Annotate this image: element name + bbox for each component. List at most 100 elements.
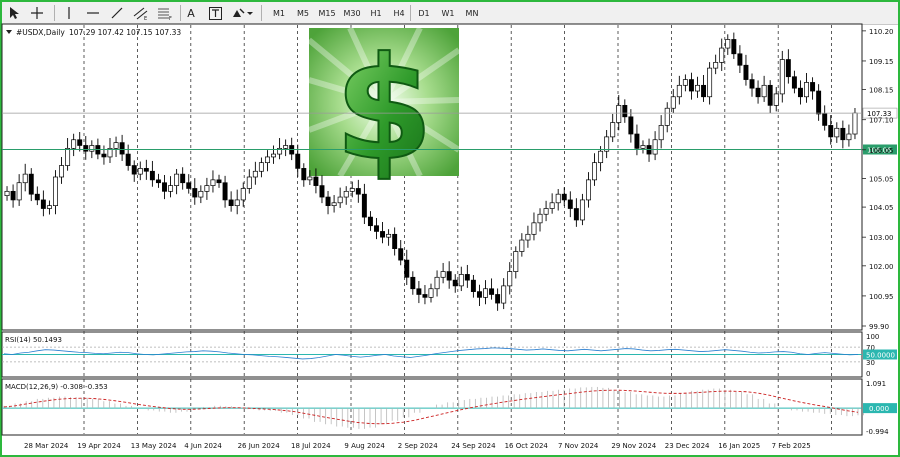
- candle-body: [810, 82, 816, 92]
- macd-pane: [1, 378, 863, 436]
- candle-body: [761, 84, 767, 98]
- candle-body: [343, 190, 349, 198]
- candle-body: [174, 173, 180, 186]
- candle-body: [101, 153, 107, 158]
- candle-body: [682, 79, 688, 86]
- candle-body: [610, 122, 616, 138]
- macd-level-label: 1.091: [866, 380, 886, 388]
- candle-body: [16, 182, 22, 201]
- candle-body: [713, 62, 719, 69]
- candle-body: [216, 179, 222, 184]
- candle-body: [65, 147, 71, 166]
- y-tick-label: 108.15: [869, 87, 894, 95]
- candle-body: [416, 288, 422, 295]
- candle-body: [307, 176, 313, 181]
- macd-label: MACD(12,26,9) -0.308 -0.353: [5, 383, 108, 391]
- x-tick-label: 28 Mar 2024: [24, 442, 69, 450]
- candle-body: [628, 116, 634, 135]
- candle-body: [331, 202, 337, 207]
- candle-body: [301, 168, 307, 181]
- x-tick-label: 4 Jun 2024: [184, 442, 222, 450]
- candle-body: [531, 222, 537, 235]
- candle-body: [840, 127, 846, 141]
- candle-body: [222, 182, 228, 201]
- rsi-label: RSI(14) 50.1493: [5, 336, 62, 344]
- candle-body: [695, 84, 700, 92]
- candle-body: [349, 188, 355, 192]
- candle-body: [755, 87, 761, 98]
- rsi-level-label: 30: [866, 359, 875, 367]
- candle-body: [361, 193, 367, 218]
- candle-body: [428, 288, 434, 298]
- x-tick-label: 18 Jul 2024: [291, 442, 331, 450]
- candle-body: [779, 59, 785, 95]
- x-tick-label: 16 Oct 2024: [505, 442, 549, 450]
- candle-body: [834, 127, 840, 138]
- candle-body: [228, 199, 234, 207]
- candle-body: [28, 173, 34, 195]
- x-tick-label: 29 Nov 2024: [611, 442, 656, 450]
- y-tick-label: 106.05: [869, 147, 894, 155]
- candle-body: [701, 84, 707, 98]
- candle-body: [804, 82, 809, 98]
- candle-body: [119, 142, 125, 155]
- candle-body: [688, 79, 694, 92]
- candle-body: [168, 185, 174, 192]
- candle-body: [634, 133, 640, 149]
- candle-body: [446, 271, 452, 281]
- candle-body: [489, 288, 495, 295]
- candle-body: [252, 170, 258, 178]
- candle-body: [210, 179, 216, 186]
- y-tick-label: 109.15: [869, 58, 894, 66]
- dollar-image: $: [307, 26, 461, 193]
- candle-body: [773, 93, 779, 106]
- y-tick-label: 107.10: [869, 117, 894, 125]
- candle-body: [155, 179, 161, 184]
- candle-body: [337, 196, 343, 204]
- chart-area[interactable]: $ 106.06107.33 100705030050.0000 1.091-0…: [0, 0, 900, 457]
- candle-body: [59, 165, 65, 178]
- ohlc-values: 107.29 107.42 107.15 107.33: [69, 28, 181, 37]
- candle-body: [743, 64, 749, 80]
- candle-body: [234, 199, 240, 207]
- candle-body: [464, 274, 470, 281]
- candle-body: [495, 294, 501, 304]
- candle-body: [4, 190, 10, 196]
- macd-value-label: 0.000: [869, 405, 889, 413]
- candle-body: [767, 84, 773, 106]
- x-tick-label: 7 Nov 2024: [558, 442, 599, 450]
- candle-body: [374, 225, 379, 232]
- candle-body: [325, 196, 331, 207]
- candle-body: [586, 179, 591, 201]
- svg-text:$: $: [335, 27, 434, 192]
- candle-body: [162, 182, 167, 192]
- y-tick-label: 110.20: [869, 28, 894, 36]
- candle-body: [192, 188, 198, 198]
- x-tick-label: 2 Sep 2024: [398, 442, 438, 450]
- x-tick-label: 26 Jun 2024: [238, 442, 281, 450]
- candle-body: [89, 145, 95, 152]
- candle-body: [440, 271, 446, 278]
- candle-body: [83, 145, 89, 152]
- candle-body: [519, 239, 525, 252]
- x-tick-label: 19 Apr 2024: [77, 442, 121, 450]
- candle-body: [295, 153, 301, 169]
- x-tick-label: 7 Feb 2025: [772, 442, 811, 450]
- candle-body: [652, 139, 658, 155]
- candle-body: [664, 107, 670, 126]
- candle-body: [434, 276, 440, 290]
- candle-body: [458, 274, 464, 287]
- x-tick-label: 24 Sep 2024: [451, 442, 496, 450]
- y-tick-label: 105.05: [869, 175, 894, 183]
- candle-body: [719, 47, 725, 63]
- candle-body: [313, 176, 319, 186]
- candle-body: [828, 125, 834, 138]
- candle-body: [561, 193, 567, 201]
- candle-body: [131, 165, 137, 175]
- candle-body: [240, 188, 246, 201]
- candle-body: [258, 162, 264, 172]
- candle-body: [731, 39, 737, 55]
- candle-body: [319, 185, 325, 198]
- candle-body: [573, 208, 579, 221]
- x-tick-label: 9 Aug 2024: [344, 442, 385, 450]
